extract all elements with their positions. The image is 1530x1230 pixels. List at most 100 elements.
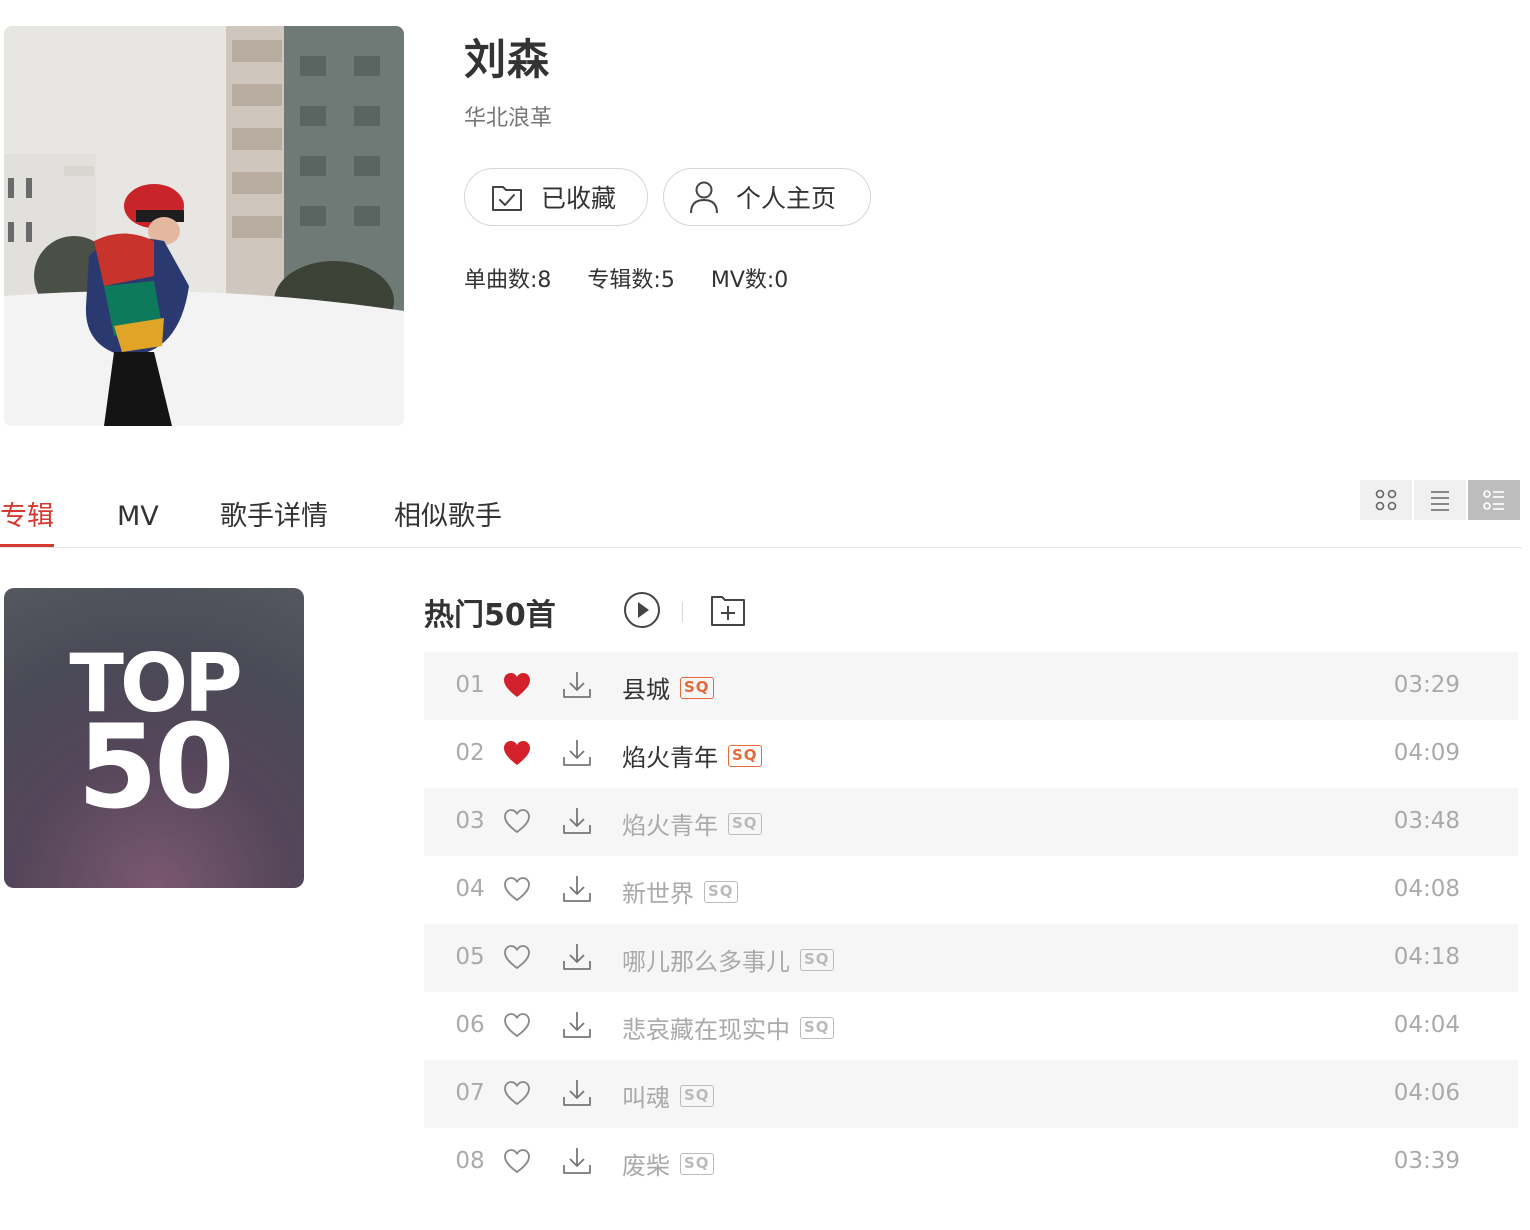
- track-number: 04: [455, 876, 485, 902]
- grid-view-icon: [1375, 489, 1397, 511]
- favorited-button[interactable]: 已收藏: [464, 168, 648, 226]
- track-title-wrap: 叫魂 SQ: [622, 1078, 714, 1113]
- divider: [682, 602, 683, 622]
- hot-list-title: 热门50首: [424, 598, 556, 633]
- download-button[interactable]: [561, 873, 593, 909]
- user-icon: [690, 181, 718, 214]
- track-title[interactable]: 悲哀藏在现实中: [622, 1010, 790, 1045]
- heart-outline-icon: [504, 1013, 530, 1037]
- track-duration: 04:09: [1393, 740, 1460, 766]
- sq-badge: SQ: [680, 1152, 714, 1175]
- track-title[interactable]: 县城: [622, 670, 670, 705]
- download-button[interactable]: [561, 737, 593, 773]
- artist-name: 刘森: [464, 35, 551, 84]
- tab-bar: 专辑 MV 歌手详情 相似歌手: [0, 495, 1522, 548]
- heart-filled-icon: [504, 741, 530, 765]
- download-button[interactable]: [561, 941, 593, 977]
- track-number: 02: [455, 740, 485, 766]
- track-title[interactable]: 焰火青年: [622, 738, 718, 773]
- like-button[interactable]: [502, 1011, 532, 1043]
- download-icon: [563, 808, 591, 834]
- track-title[interactable]: 废柴: [622, 1146, 670, 1181]
- track-number: 03: [455, 808, 485, 834]
- track-title-wrap: 废柴 SQ: [622, 1146, 714, 1181]
- track-title[interactable]: 新世界: [622, 874, 694, 909]
- download-icon: [563, 740, 591, 766]
- download-icon: [563, 672, 591, 698]
- homepage-button[interactable]: 个人主页: [663, 168, 871, 226]
- track-number: 07: [455, 1080, 485, 1106]
- track-row[interactable]: 03 焰火青年 SQ 03:48: [424, 788, 1518, 856]
- track-duration: 03:48: [1393, 808, 1460, 834]
- download-button[interactable]: [561, 669, 593, 705]
- download-button[interactable]: [561, 1009, 593, 1045]
- hot-list-header: 热门50首: [424, 588, 745, 636]
- artist-cover-image: [4, 26, 404, 426]
- download-button[interactable]: [561, 805, 593, 841]
- like-button[interactable]: [502, 739, 532, 771]
- track-number: 01: [455, 672, 485, 698]
- track-title-wrap: 悲哀藏在现实中 SQ: [622, 1010, 834, 1045]
- track-duration: 04:06: [1393, 1080, 1460, 1106]
- track-duration: 03:29: [1393, 672, 1460, 698]
- track-row[interactable]: 02 焰火青年 SQ 04:09: [424, 720, 1518, 788]
- like-button[interactable]: [502, 943, 532, 975]
- track-title-wrap: 焰火青年 SQ: [622, 738, 762, 773]
- track-row[interactable]: 01 县城 SQ 03:29: [424, 652, 1518, 720]
- track-title[interactable]: 哪儿那么多事儿: [622, 942, 790, 977]
- download-icon: [563, 1012, 591, 1038]
- tab-artist-details[interactable]: 歌手详情: [220, 495, 328, 547]
- track-row[interactable]: 05 哪儿那么多事儿 SQ 04:18: [424, 924, 1518, 992]
- play-all-icon[interactable]: [622, 590, 662, 630]
- heart-outline-icon: [504, 809, 530, 833]
- tab-albums[interactable]: 专辑: [0, 495, 54, 547]
- sq-badge: SQ: [728, 744, 762, 767]
- track-number: 08: [455, 1148, 485, 1174]
- like-button[interactable]: [502, 1079, 532, 1111]
- track-title-wrap: 县城 SQ: [622, 670, 714, 705]
- download-icon: [563, 944, 591, 970]
- folder-check-icon: [492, 186, 522, 211]
- like-button[interactable]: [502, 671, 532, 703]
- like-button[interactable]: [502, 1147, 532, 1179]
- mv-count: MV数:0: [710, 268, 789, 293]
- track-duration: 04:08: [1393, 876, 1460, 902]
- tab-similar-artists[interactable]: 相似歌手: [394, 495, 502, 547]
- track-list: 01 县城 SQ 03:29 02 焰火青年 SQ 04:09 03 焰火青年 SQ 03:48 04 新…: [424, 652, 1518, 1196]
- detail-view-button[interactable]: [1468, 480, 1520, 520]
- download-icon: [563, 876, 591, 902]
- sq-badge: SQ: [800, 948, 834, 971]
- track-duration: 03:39: [1393, 1148, 1460, 1174]
- like-button[interactable]: [502, 875, 532, 907]
- sq-badge: SQ: [800, 1016, 834, 1039]
- add-to-playlist-icon[interactable]: [709, 591, 747, 629]
- song-count: 单曲数:8: [464, 268, 552, 293]
- heart-outline-icon: [504, 1081, 530, 1105]
- track-row[interactable]: 08 废柴 SQ 03:39: [424, 1128, 1518, 1196]
- track-row[interactable]: 06 悲哀藏在现实中 SQ 04:04: [424, 992, 1518, 1060]
- track-title-wrap: 焰火青年 SQ: [622, 806, 762, 841]
- track-number: 05: [455, 944, 485, 970]
- track-row[interactable]: 04 新世界 SQ 04:08: [424, 856, 1518, 924]
- album-count: 专辑数:5: [587, 268, 675, 293]
- sq-badge: SQ: [680, 676, 714, 699]
- list-view-button[interactable]: [1414, 480, 1466, 520]
- artist-stats: 单曲数:8 专辑数:5 MV数:0: [464, 262, 788, 294]
- heart-outline-icon: [504, 945, 530, 969]
- track-title-wrap: 新世界 SQ: [622, 874, 738, 909]
- track-title[interactable]: 叫魂: [622, 1078, 670, 1113]
- track-title-wrap: 哪儿那么多事儿 SQ: [622, 942, 834, 977]
- like-button[interactable]: [502, 807, 532, 839]
- download-button[interactable]: [561, 1077, 593, 1113]
- favorited-label: 已收藏: [541, 184, 617, 213]
- track-title[interactable]: 焰火青年: [622, 806, 718, 841]
- track-row[interactable]: 07 叫魂 SQ 04:06: [424, 1060, 1518, 1128]
- grid-view-button[interactable]: [1360, 480, 1412, 520]
- download-icon: [563, 1148, 591, 1174]
- tab-mv[interactable]: MV: [117, 495, 159, 547]
- detail-view-icon: [1483, 490, 1504, 510]
- top50-cover[interactable]: TOP 50: [4, 588, 304, 888]
- sq-badge: SQ: [728, 812, 762, 835]
- download-button[interactable]: [561, 1145, 593, 1181]
- track-duration: 04:18: [1393, 944, 1460, 970]
